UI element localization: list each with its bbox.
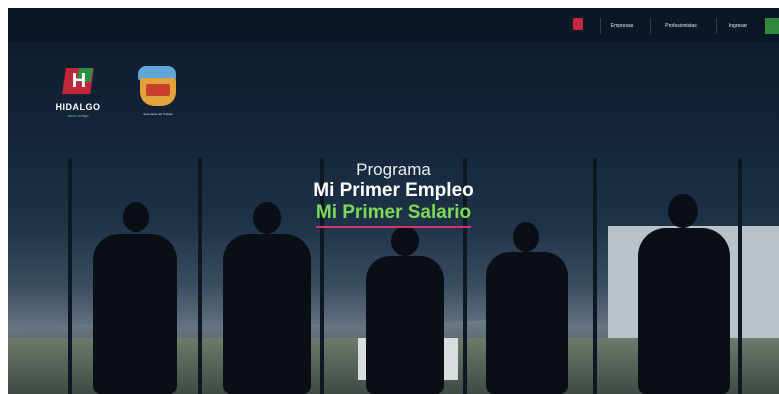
nav-extra-button[interactable] bbox=[765, 18, 779, 34]
emblem-center bbox=[146, 84, 170, 96]
nav-ingresar[interactable]: Ingresar bbox=[716, 18, 759, 34]
logo-letter: H bbox=[71, 70, 87, 92]
hero-banner: Empresas Profesionistas Ingresar H HIDAL… bbox=[8, 8, 779, 394]
hidalgo-logo[interactable]: H HIDALGO crece contigo bbox=[44, 68, 112, 128]
emblem-logo[interactable]: Secretaría del Trabajo bbox=[132, 66, 184, 132]
emblem-caption: Secretaría del Trabajo bbox=[143, 112, 173, 116]
logo-tagline: crece contigo bbox=[67, 114, 89, 118]
flag-icon[interactable] bbox=[573, 18, 583, 30]
nav-empresas[interactable]: Empresas bbox=[600, 18, 643, 34]
nav-profesionistas[interactable]: Profesionistas bbox=[650, 18, 711, 34]
hero-headline: Programa Mi Primer Empleo Mi Primer Sala… bbox=[8, 160, 779, 228]
logo-name: HIDALGO bbox=[55, 102, 101, 112]
headline-mi-primer-salario: Mi Primer Salario bbox=[315, 202, 472, 228]
headline-mi-primer-empleo: Mi Primer Empleo bbox=[313, 180, 474, 201]
top-nav-bar: Empresas Profesionistas Ingresar bbox=[8, 8, 779, 42]
headline-programa: Programa bbox=[356, 160, 431, 179]
